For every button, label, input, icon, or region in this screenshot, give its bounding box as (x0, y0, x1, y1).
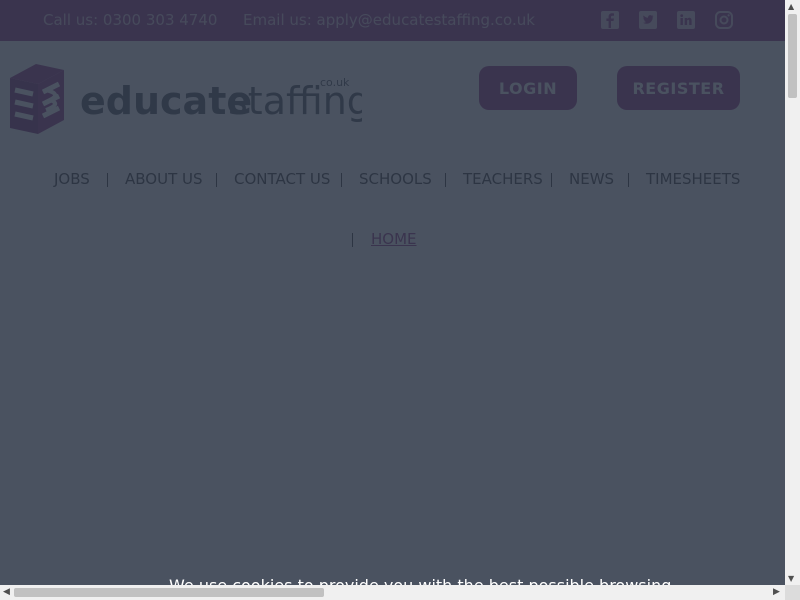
logo-domain-suffix: co.uk (320, 76, 350, 89)
nav-divider (628, 173, 629, 187)
breadcrumb-home-link[interactable]: HOME (371, 230, 417, 248)
linkedin-icon[interactable] (676, 10, 696, 30)
instagram-icon[interactable] (714, 10, 734, 30)
breadcrumb-divider (352, 233, 353, 247)
scroll-up-arrow-icon[interactable]: ▲ (788, 2, 794, 11)
phone-contact[interactable]: Call us: 0300 303 4740 (43, 11, 217, 29)
nav-item-about-us[interactable]: ABOUT US (125, 170, 203, 188)
logo-word-educate: educate (80, 79, 252, 123)
vertical-scroll-thumb[interactable] (788, 14, 797, 98)
nav-item-schools[interactable]: SCHOOLS (359, 170, 432, 188)
nav-divider (341, 173, 342, 187)
cookie-banner-text: We use cookies to provide you with the b… (169, 576, 671, 585)
scrollbar-corner (785, 585, 800, 600)
twitter-icon[interactable] (638, 10, 658, 30)
horizontal-scroll-thumb[interactable] (14, 588, 324, 597)
nav-item-contact-us[interactable]: CONTACT US (234, 170, 330, 188)
nav-item-timesheets[interactable]: TIMESHEETS (646, 170, 740, 188)
email-contact[interactable]: Email us: apply@educatestaffing.co.uk (243, 11, 535, 29)
nav-item-jobs[interactable]: JOBS (54, 170, 90, 188)
nav-divider (445, 173, 446, 187)
main-nav: JOBS ABOUT US CONTACT US SCHOOLS TEACHER… (0, 170, 785, 192)
vertical-scrollbar[interactable]: ▲ ▼ (785, 0, 800, 585)
top-bar: Call us: 0300 303 4740 Email us: apply@e… (0, 0, 785, 41)
page: Call us: 0300 303 4740 Email us: apply@e… (0, 0, 785, 585)
books-emblem-icon (10, 64, 64, 134)
nav-divider (107, 173, 108, 187)
facebook-icon[interactable] (600, 10, 620, 30)
scroll-left-arrow-icon[interactable]: ◀ (3, 587, 10, 597)
scroll-right-arrow-icon[interactable]: ▶ (773, 587, 780, 597)
horizontal-scrollbar[interactable]: ◀ ▶ (0, 585, 785, 600)
nav-item-teachers[interactable]: TEACHERS (463, 170, 543, 188)
login-button[interactable]: LOGIN (479, 66, 577, 110)
nav-item-news[interactable]: NEWS (569, 170, 614, 188)
site-logo[interactable]: educate staffing co.uk (2, 58, 362, 138)
register-button[interactable]: REGISTER (617, 66, 740, 110)
nav-divider (216, 173, 217, 187)
scroll-down-arrow-icon[interactable]: ▼ (788, 574, 794, 583)
nav-divider (551, 173, 552, 187)
